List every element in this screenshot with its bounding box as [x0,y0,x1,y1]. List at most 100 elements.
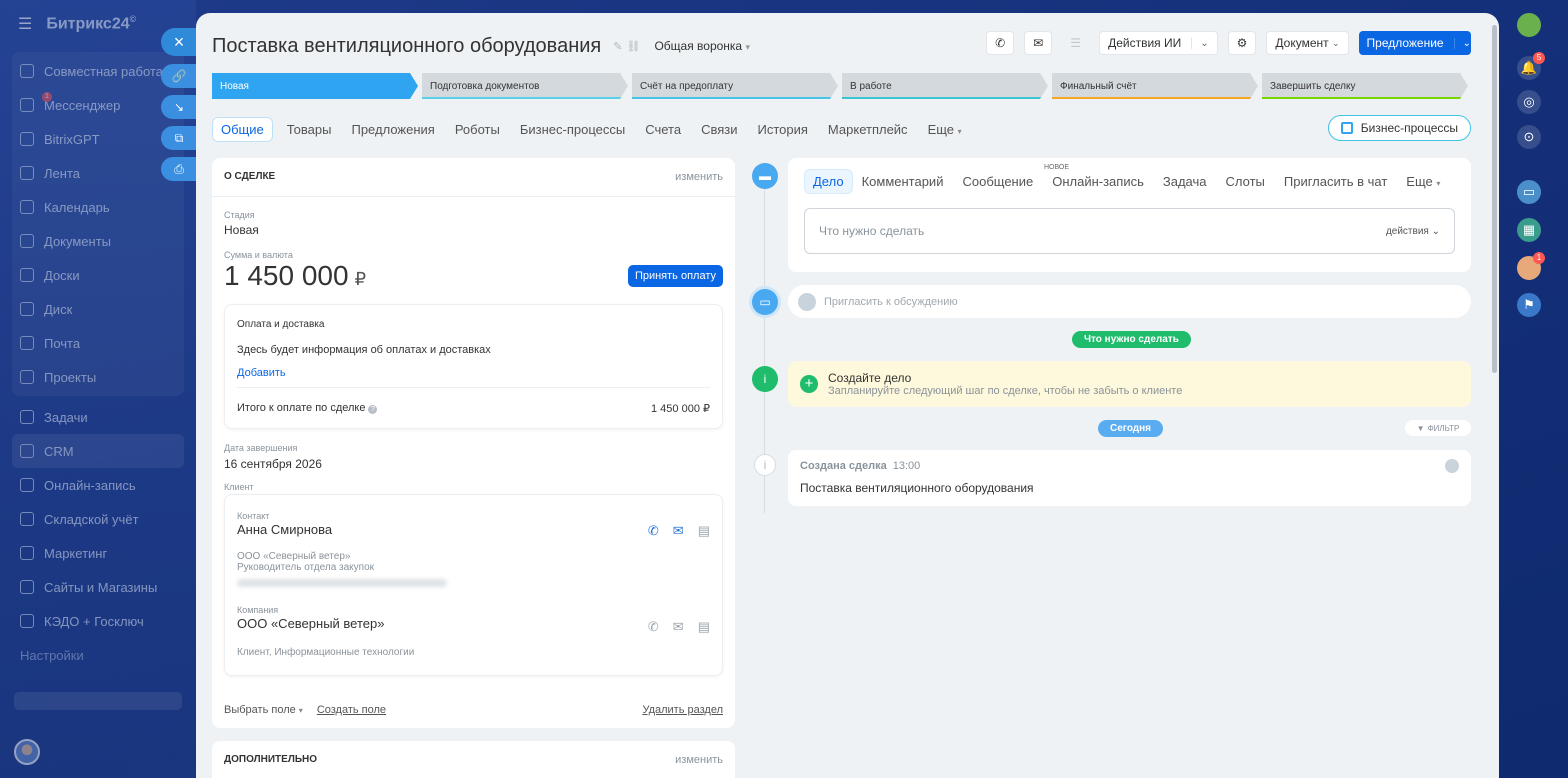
editor-tab-todo[interactable]: Дело [804,169,853,194]
business-processes-button[interactable]: Бизнес-процессы [1327,115,1471,141]
amount-value[interactable]: 1 450 000 ₽ [224,260,366,292]
sidebar-item-mail[interactable]: Почта [12,326,184,360]
choose-field-link[interactable]: Выбрать поле ▾ [224,704,303,716]
editor-tab-message[interactable]: Сообщение [962,174,1033,189]
sidebar-item-warehouse[interactable]: Складской учёт [0,502,196,536]
edit-pencil-icon[interactable]: ✎ [613,40,622,53]
close-button[interactable]: × [161,28,197,56]
accept-payment-button[interactable]: Принять оплату [627,265,723,287]
comment-bar[interactable]: Пригласить к обсуждению [788,285,1471,318]
sidebar-item-feed[interactable]: Лента [12,156,184,190]
stage-value[interactable]: Новая [212,223,735,237]
about-edit-link[interactable]: изменить [675,171,723,183]
phone-icon[interactable]: ✆ [648,619,659,635]
scrollbar[interactable] [1492,25,1497,373]
sidebar-item-calendar[interactable]: Календарь [12,190,184,224]
bell-icon[interactable]: 🔔 5 [1517,52,1545,80]
sidebar-item-tasks[interactable]: Задачи [0,400,196,434]
ai-actions-button[interactable]: Действия ИИ ⌄ [1099,31,1218,55]
funnel-selector[interactable]: Общая воронка ▾ [654,39,750,53]
tab-links[interactable]: Связи [701,122,737,137]
chat-icon[interactable]: ▤ [698,619,710,635]
todo-input[interactable]: Что нужно сделать действия ⌄ [804,208,1455,254]
editor-tab-booking[interactable]: Онлайн-запись [1052,174,1144,189]
open-new-window-button[interactable]: ⧉ [161,126,197,150]
bookmark-icon[interactable]: ⚑ [1517,293,1541,317]
sidebar-item-marketing[interactable]: Маркетинг [0,536,196,570]
call-button[interactable]: ✆ [986,31,1015,55]
sidebar-item-collab[interactable]: Совместная работа [12,54,184,88]
sidebar-item-gpt[interactable]: BitrixGPT [12,122,184,156]
stage-new[interactable]: Новая [212,73,418,99]
sidebar-item-kedo[interactable]: КЭДО + Госключ [0,604,196,638]
tab-general[interactable]: Общие [212,116,273,142]
tab-history[interactable]: История [758,122,808,137]
editor-tab-task[interactable]: Задача [1163,174,1207,189]
calendar-widget-icon[interactable]: ▦ [1517,218,1541,242]
chat-button[interactable]: ☰ [1062,31,1089,55]
profile-avatar[interactable] [1517,13,1541,37]
todo-actions-dropdown[interactable]: действия ⌄ [1386,226,1440,237]
email-button[interactable]: ✉ [1024,31,1053,55]
sidebar-item-disk[interactable]: Диск [12,292,184,326]
sidebar-item-booking[interactable]: Онлайн-запись [0,468,196,502]
comment-placeholder: Пригласить к обсуждению [824,295,958,308]
mail-icon[interactable]: ✉ [673,619,684,635]
settings-button[interactable]: ⚙ [1227,31,1257,55]
phone-icon[interactable]: ✆ [648,523,659,539]
tab-bp[interactable]: Бизнес-процессы [520,122,625,137]
sidebar-item-settings[interactable]: Настройки [0,638,196,672]
help-icon[interactable]: ? [368,405,378,414]
close-date-value[interactable]: 16 сентября 2026 [212,457,735,471]
logo[interactable]: Битрикс24© [46,14,136,33]
editor-tab-invite-chat[interactable]: Пригласить в чат [1284,174,1387,189]
client-block: Контакт Анна Смирнова ✆ ✉ ▤ ООО «Северны… [224,494,723,676]
tab-invoices[interactable]: Счета [645,122,681,137]
tab-marketplace[interactable]: Маркетплейс [828,122,908,137]
print-button[interactable]: ⎙ [161,157,197,181]
stage-prepay[interactable]: Счёт на предоплату [632,73,838,99]
editor-tab-slots[interactable]: Слоты [1226,174,1265,189]
search-chat-icon[interactable]: ⊙ [1517,125,1541,149]
editor-tab-more[interactable]: Еще ▾ [1406,174,1440,189]
sidebar-item-sites[interactable]: Сайты и Магазины [0,570,196,604]
proposal-button[interactable]: Предложение ⌄ [1358,31,1471,55]
tab-robots[interactable]: Роботы [455,122,500,137]
user-avatar[interactable] [14,739,40,765]
create-field-link[interactable]: Создать поле [317,704,386,716]
tab-more[interactable]: Еще ▾ [928,122,962,137]
link-icon[interactable]: ⛓ [626,40,640,53]
sidebar-item-docs[interactable]: Документы [12,224,184,258]
minimize-button[interactable]: ↘ [161,95,197,119]
menu-icon[interactable]: ☰ [18,14,32,34]
sidebar-item-messenger[interactable]: 1 Мессенджер [12,88,184,122]
sidebar-item-boards[interactable]: Доски [12,258,184,292]
additional-edit-link[interactable]: изменить [675,754,723,766]
copy-link-button[interactable]: 🔗 [161,64,197,88]
amount-label: Сумма и валюта [224,250,293,260]
plus-icon[interactable]: + [800,375,818,393]
sidebar-bottom-bar[interactable] [14,692,182,710]
tab-proposals[interactable]: Предложения [351,122,434,137]
company-name[interactable]: ООО «Северный ветер» [237,616,710,631]
chat-icon[interactable]: ▭ [1517,180,1541,204]
contact-name[interactable]: Анна Смирнова [237,522,710,537]
add-payment-link[interactable]: Добавить [237,367,710,379]
delete-section-link[interactable]: Удалить раздел [642,704,723,716]
stage-in-work[interactable]: В работе [842,73,1048,99]
document-button[interactable]: Документ ⌄ [1266,31,1349,55]
contact-avatar[interactable]: 1 [1517,252,1545,280]
stage-docs[interactable]: Подготовка документов [422,73,628,99]
stage-final-invoice[interactable]: Финальный счёт [1052,73,1258,99]
author-avatar[interactable] [1445,459,1459,473]
timeline-info-icon: i [752,366,778,392]
sidebar-item-projects[interactable]: Проекты [12,360,184,394]
mail-icon[interactable]: ✉ [673,523,684,539]
chat-icon[interactable]: ▤ [698,523,710,539]
copilot-icon[interactable]: ◎ [1517,90,1541,114]
stage-close[interactable]: Завершить сделку [1262,73,1468,99]
tab-products[interactable]: Товары [287,122,332,137]
filter-button[interactable]: ▼ ФИЛЬТР [1405,420,1471,436]
sidebar-item-crm[interactable]: CRM [12,434,184,468]
editor-tab-comment[interactable]: Комментарий [862,174,944,189]
